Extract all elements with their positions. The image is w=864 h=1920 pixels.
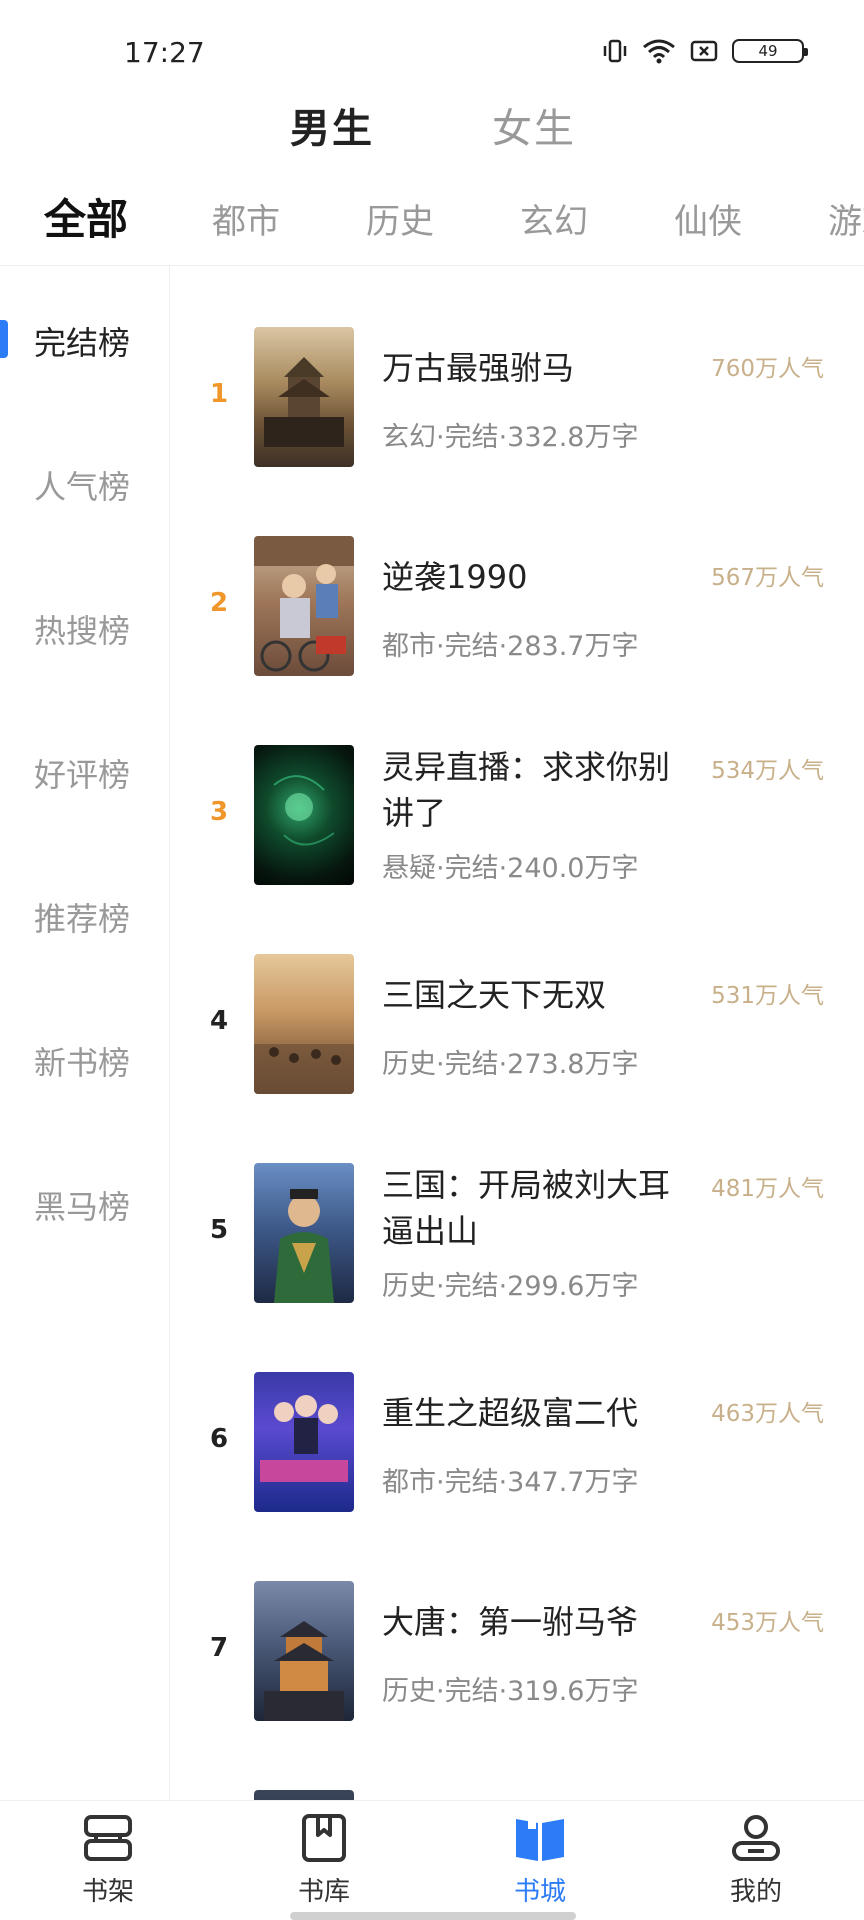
book-row[interactable]: 3 灵异直播：求求你别讲了 悬疑·完结·240.0万字 534万人气 [170, 745, 864, 885]
category-tab-game[interactable]: 游戏 [828, 194, 864, 243]
book-title: 万古最强驸马 [382, 349, 575, 387]
ranking-sidebar: 完结榜 人气榜 热搜榜 好评榜 推荐榜 新书榜 黑马榜 [0, 266, 170, 1800]
library-icon [302, 1814, 346, 1862]
book-row[interactable]: 2 逆袭1990 都市·完结·283.7万字 567万人气 [170, 536, 864, 676]
book-row[interactable]: 7 大唐：第一驸马爷 历史·完结·319.6万字 453万人气 [170, 1581, 864, 1721]
book-cover [254, 536, 354, 676]
book-row[interactable] [170, 1790, 864, 1800]
nav-bookshelf[interactable]: 书架 [48, 1813, 168, 1908]
nav-label: 书架 [81, 1877, 134, 1907]
book-meta: 历史·完结·273.8万字 [382, 1049, 639, 1080]
rank-number: 5 [209, 1215, 229, 1245]
book-title: 三国：开局被刘大耳逼出山 [382, 1166, 671, 1250]
book-title: 大唐：第一驸马爷 [382, 1603, 639, 1641]
book-cover [254, 1163, 354, 1303]
book-row[interactable]: 6 重生之超级富二代 都市·完结·347.7万字 463万人气 [170, 1372, 864, 1512]
book-meta: 悬疑·完结·240.0万字 [382, 853, 639, 884]
category-tab-all[interactable]: 全部 [44, 186, 128, 247]
book-row[interactable]: 5 三国：开局被刘大耳逼出山 历史·完结·299.6万字 481万人气 [170, 1163, 864, 1303]
status-icons: 49 [602, 38, 808, 64]
status-bar: 17:27 49 [0, 0, 864, 110]
bookshelf-icon [84, 1815, 132, 1861]
vibrate-icon [603, 39, 627, 63]
battery-icon: 49 [732, 39, 808, 63]
book-title: 灵异直播：求求你别讲了 [382, 748, 671, 832]
book-popularity: 534万人气 [711, 758, 824, 784]
rank-number: 3 [209, 797, 229, 827]
book-meta: 历史·完结·299.6万字 [382, 1271, 639, 1302]
book-meta: 玄幻·完结·332.8万字 [382, 422, 639, 453]
book-popularity: 481万人气 [711, 1176, 824, 1202]
tab-male[interactable]: 男生 [290, 96, 374, 154]
book-cover [254, 745, 354, 885]
tab-female[interactable]: 女生 [492, 96, 576, 154]
category-tabs: 全部 都市 历史 玄幻 仙侠 游戏 [0, 186, 864, 266]
wifi-icon [643, 39, 675, 64]
book-meta: 都市·完结·283.7万字 [382, 631, 639, 662]
bottom-nav: 书架 书库 书城 我的 [0, 1800, 864, 1920]
book-meta: 都市·完结·347.7万字 [382, 1467, 639, 1498]
book-popularity: 463万人气 [711, 1401, 824, 1427]
book-cover [254, 327, 354, 467]
rank-number: 4 [209, 1006, 229, 1036]
category-tab-xianxia[interactable]: 仙侠 [674, 194, 742, 243]
sidebar-item-popular[interactable]: 人气榜 [34, 462, 130, 508]
rank-number: 6 [209, 1424, 229, 1454]
rank-number: 1 [209, 379, 229, 409]
sidebar-item-recommended[interactable]: 推荐榜 [34, 894, 130, 940]
sidebar-item-completed[interactable]: 完结榜 [34, 318, 130, 364]
book-cover [254, 954, 354, 1094]
book-cover [254, 1581, 354, 1721]
sim-disabled-icon [690, 40, 718, 62]
book-popularity: 453万人气 [711, 1610, 824, 1636]
category-tab-urban[interactable]: 都市 [212, 194, 280, 243]
home-indicator[interactable] [290, 1912, 576, 1920]
sidebar-item-new-books[interactable]: 新书榜 [34, 1038, 130, 1084]
book-title: 重生之超级富二代 [382, 1394, 639, 1432]
nav-library[interactable]: 书库 [264, 1813, 384, 1908]
book-popularity: 760万人气 [711, 356, 824, 382]
nav-label: 我的 [729, 1877, 782, 1907]
category-tab-fantasy[interactable]: 玄幻 [520, 194, 588, 243]
active-indicator [0, 320, 8, 358]
book-cover [254, 1790, 354, 1800]
book-title: 逆袭1990 [382, 558, 528, 596]
book-row[interactable]: 4 三国之天下无双 历史·完结·273.8万字 531万人气 [170, 954, 864, 1094]
book-meta: 历史·完结·319.6万字 [382, 1676, 639, 1707]
rank-number: 7 [209, 1633, 229, 1663]
sidebar-item-top-rated[interactable]: 好评榜 [34, 750, 130, 796]
book-list: 1 万古最强驸马 玄幻·完结·332.8万字 760万人气 2 逆袭1990 都… [170, 266, 864, 1800]
book-popularity: 531万人气 [711, 983, 824, 1009]
sidebar-item-hot-search[interactable]: 热搜榜 [34, 606, 130, 652]
book-row[interactable]: 1 万古最强驸马 玄幻·完结·332.8万字 760万人气 [170, 327, 864, 467]
rank-number: 2 [209, 588, 229, 618]
category-tab-history[interactable]: 历史 [366, 194, 434, 243]
status-time: 17:27 [124, 36, 205, 69]
gender-tabs: 男生 女生 [0, 96, 864, 176]
nav-bookstore[interactable]: 书城 [480, 1813, 600, 1908]
nav-profile[interactable]: 我的 [696, 1813, 816, 1908]
nav-label: 书库 [297, 1877, 350, 1907]
battery-level: 49 [758, 42, 778, 60]
profile-icon [732, 1815, 780, 1861]
book-cover [254, 1372, 354, 1512]
book-title: 三国之天下无双 [382, 976, 607, 1014]
nav-label: 书城 [513, 1877, 566, 1907]
sidebar-item-dark-horse[interactable]: 黑马榜 [34, 1182, 130, 1228]
book-popularity: 567万人气 [711, 565, 824, 591]
bookstore-icon [516, 1815, 564, 1861]
